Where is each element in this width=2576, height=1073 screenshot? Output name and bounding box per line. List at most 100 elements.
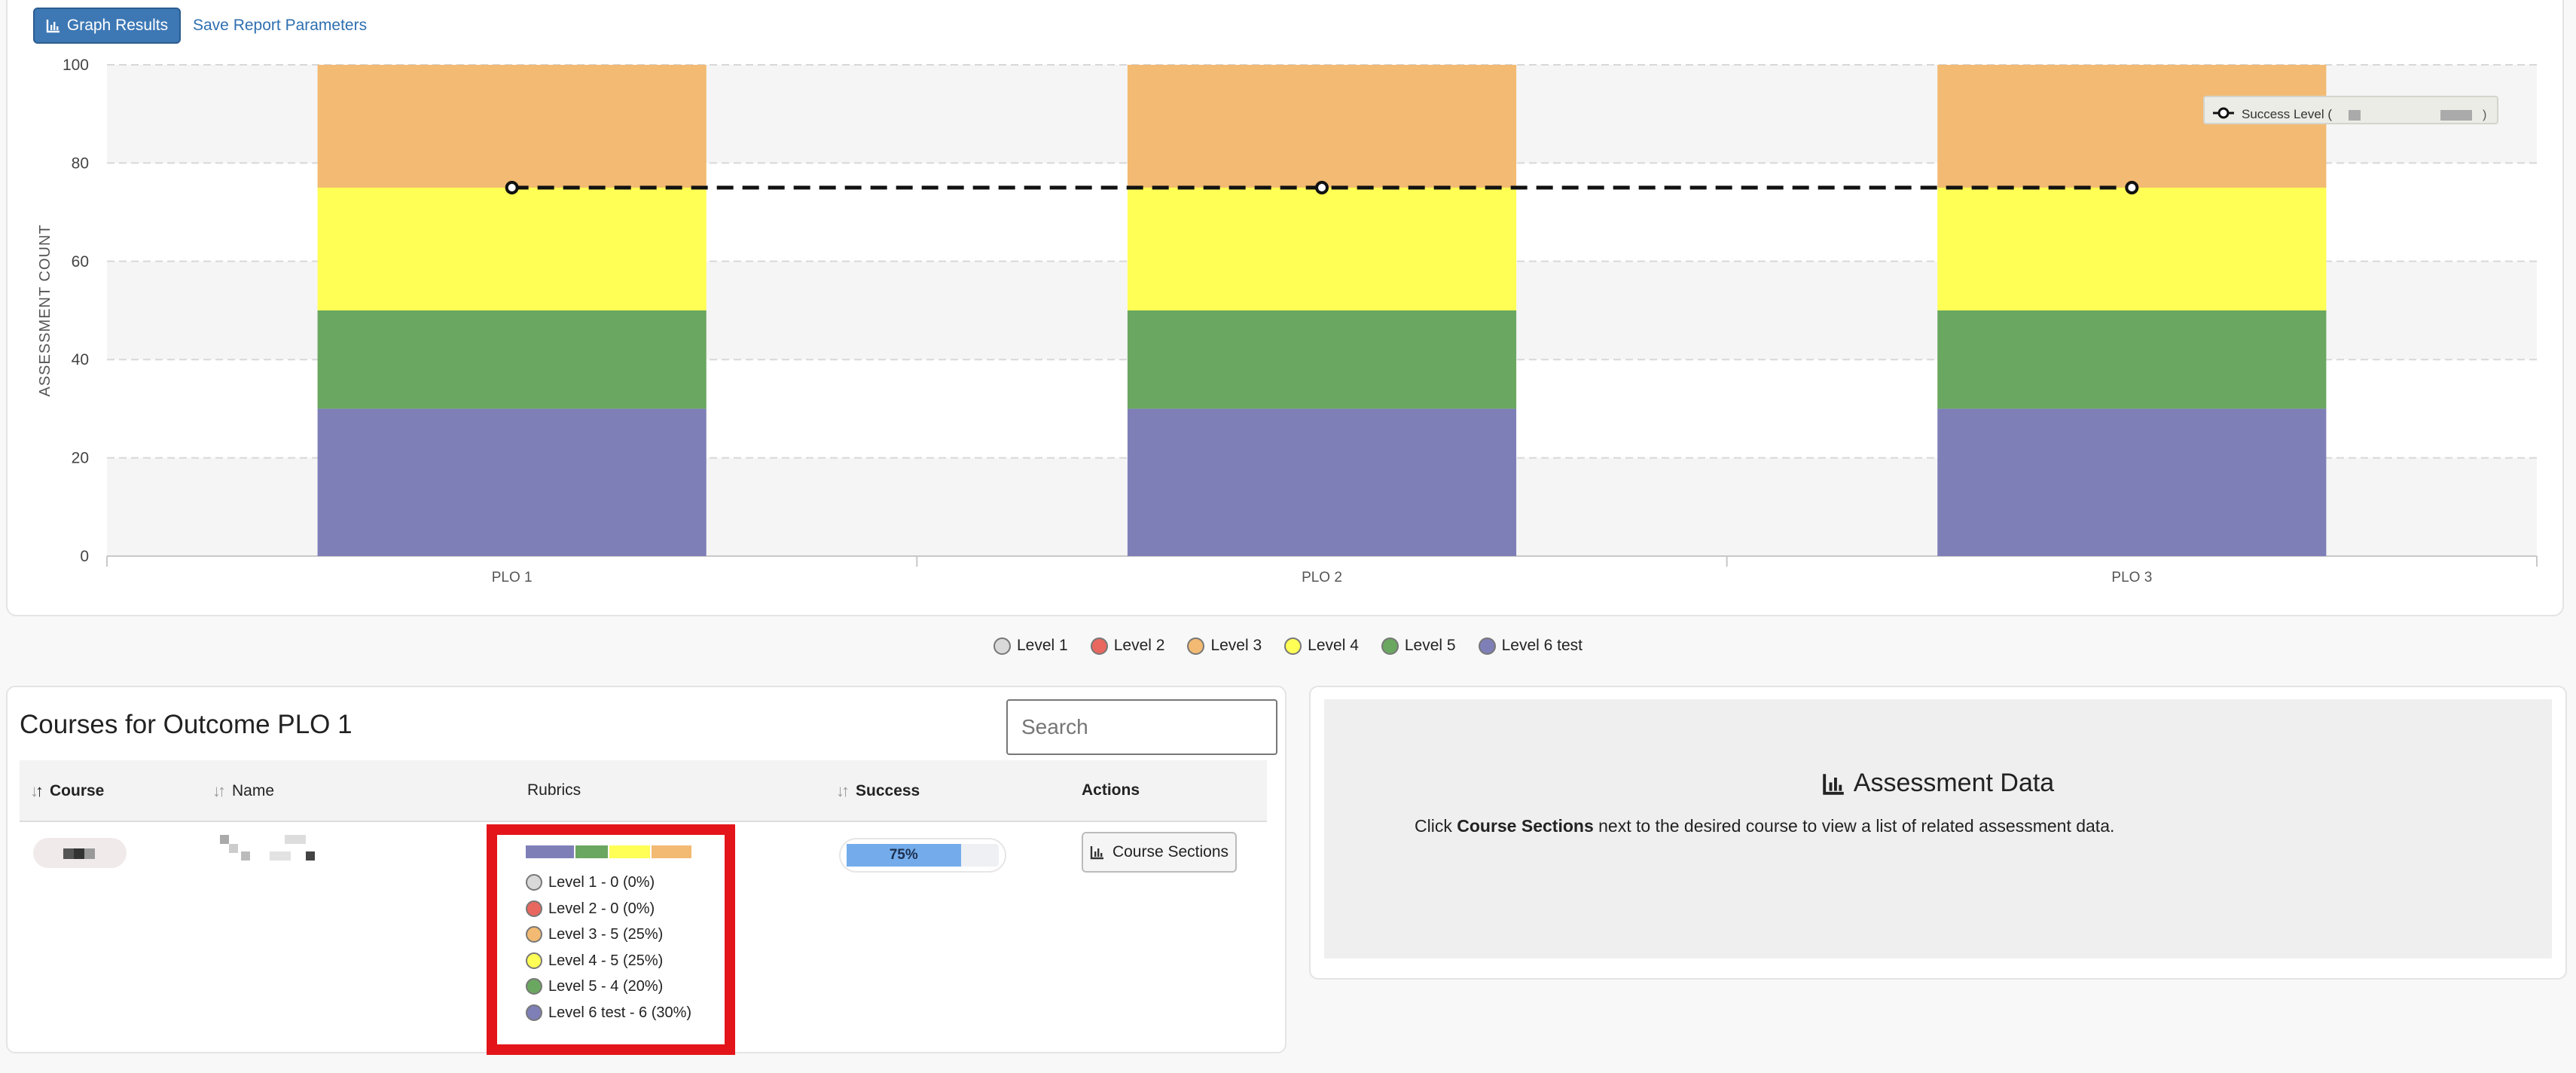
legend-item[interactable]: Level 3 (1187, 637, 1262, 655)
rubric-level-item: Level 4 - 5 (25%) (526, 948, 691, 974)
column-rubrics-label: Rubrics (527, 781, 581, 799)
rubric-level-swatch (526, 952, 542, 969)
rubric-level-item: Level 3 - 5 (25%) (526, 922, 691, 948)
legend-label: Level 4 (1308, 637, 1359, 654)
bar-segment (1937, 408, 2327, 556)
instructions-text-rest: next to the desired course to view a lis… (1593, 816, 2115, 836)
rubric-level-label: Level 1 - 0 (0%) (548, 874, 655, 891)
success-progress-fill: 75% (847, 844, 961, 867)
assessment-chart: 0 20 40 60 80 100 ASSESSMENT COUNT PLO 1 PLO 2 PL… (37, 57, 2538, 585)
bar-segment (317, 310, 707, 409)
y-tick-label: 20 (72, 450, 89, 467)
assessment-data-title: Assessment Data (1853, 769, 2055, 797)
rubric-level-item: Level 5 - 4 (20%) (526, 974, 691, 1000)
courses-panel: Courses for Outcome PLO 1 ↓↑ Course ↓↑ N… (6, 686, 1286, 1055)
column-success[interactable]: ↓↑ Success (836, 781, 920, 801)
instructions-text: Click (1415, 816, 1457, 836)
sort-icon: ↓↑ (212, 781, 226, 800)
legend-item[interactable]: Level 5 (1381, 637, 1456, 655)
course-sections-button[interactable]: Course Sections (1082, 832, 1237, 873)
bar-segment (317, 65, 707, 188)
assessment-data-heading: Assessment Data (1324, 769, 2552, 798)
column-rubrics: Rubrics (527, 781, 581, 799)
y-tick-label: 80 (72, 154, 89, 172)
column-course[interactable]: ↓↑ Course (30, 781, 104, 801)
bar-segment (317, 408, 707, 556)
bar-segment (1127, 408, 1517, 556)
column-actions-label: Actions (1082, 781, 1140, 799)
legend-label: Level 3 (1210, 637, 1262, 654)
rubric-distribution-bar (526, 845, 693, 858)
rubric-level-label: Level 5 - 4 (20%) (548, 978, 664, 995)
rubric-bar-segment (575, 845, 608, 858)
rubric-level-item: Level 1 - 0 (0%) (526, 870, 691, 896)
y-tick-label: 0 (80, 548, 89, 565)
column-name[interactable]: ↓↑ Name (212, 781, 274, 801)
legend-swatch (1284, 637, 1302, 655)
success-level-point (2125, 181, 2139, 194)
rubric-level-swatch (526, 978, 542, 995)
legend-item[interactable]: Level 1 (993, 637, 1068, 655)
rubric-summary-highlight: Level 1 - 0 (0%) Level 2 - 0 (0%) Level 3 … (487, 824, 735, 1055)
search-input[interactable] (1006, 699, 1277, 755)
x-tick-label: PLO 2 (1302, 570, 1342, 585)
chart-legend: Level 1 Level 2 Level 3 Level 4 Level 5 Level… (0, 637, 2576, 655)
success-level-point (1315, 181, 1329, 194)
redacted-block (2440, 110, 2472, 121)
course-code-redacted (33, 838, 127, 868)
rubric-level-swatch (526, 874, 542, 891)
rubric-level-swatch (526, 900, 542, 917)
legend-label: Level 5 (1404, 637, 1456, 654)
legend-swatch (1478, 637, 1496, 655)
table-header: ↓↑ Course ↓↑ Name Rubrics ↓↑ Success Act… (20, 760, 1267, 822)
bar-segment (1937, 310, 2327, 409)
y-tick-label: 60 (72, 253, 89, 271)
success-level-legend-end: ) (2483, 109, 2486, 121)
rubric-level-label: Level 6 test - 6 (30%) (548, 1004, 692, 1021)
sort-icon: ↓↑ (30, 781, 44, 800)
legend-label: Level 1 (1017, 637, 1068, 654)
redacted-block (2349, 110, 2361, 121)
assessment-data-body: Assessment Data Click Course Sections ne… (1324, 699, 2552, 958)
chart-icon (1823, 773, 1844, 795)
legend-item[interactable]: Level 4 (1284, 637, 1359, 655)
rubric-level-label: Level 2 - 0 (0%) (548, 900, 655, 917)
rubric-level-swatch (526, 1004, 542, 1021)
legend-swatch (993, 637, 1011, 655)
legend-label: Level 2 (1113, 637, 1165, 654)
legend-swatch (1381, 637, 1399, 655)
rubric-level-label: Level 4 - 5 (25%) (548, 952, 664, 969)
rubric-level-item: Level 6 test - 6 (30%) (526, 1000, 691, 1026)
sort-icon: ↓↑ (836, 781, 850, 800)
legend-item[interactable]: Level 2 (1090, 637, 1165, 655)
legend-swatch (1090, 637, 1108, 655)
rubric-level-swatch (526, 926, 542, 943)
success-level-point (505, 181, 519, 194)
success-progress-track: 75% (847, 844, 999, 867)
course-name-redacted (211, 835, 331, 865)
rubric-bar-segment (651, 845, 691, 858)
column-name-label: Name (232, 782, 275, 799)
assessment-data-panel: Assessment Data Click Course Sections ne… (1309, 686, 2567, 980)
instructions-bold: Course Sections (1457, 816, 1594, 836)
bar-segment (1937, 188, 2327, 310)
legend-item[interactable]: Level 6 test (1478, 637, 1583, 655)
x-tick-label: PLO 3 (2111, 570, 2152, 585)
success-progress: 75% (839, 838, 1006, 873)
bar-segment (1127, 310, 1517, 409)
column-success-label: Success (856, 782, 920, 799)
bar-segment (1127, 188, 1517, 310)
course-sections-label: Course Sections (1112, 843, 1229, 861)
success-level-legend-label: Success Level ( (2242, 107, 2332, 121)
bar-segment (1937, 65, 2327, 188)
rubric-level-label: Level 3 - 5 (25%) (548, 926, 664, 943)
courses-title: Courses for Outcome PLO 1 (20, 710, 353, 739)
x-tick-label: PLO 1 (492, 570, 533, 585)
assessment-data-instructions: Click Course Sections next to the desire… (1415, 816, 2114, 836)
rubric-bar-segment (526, 845, 575, 858)
column-actions: Actions (1082, 781, 1140, 799)
rubric-level-item: Level 2 - 0 (0%) (526, 896, 691, 922)
column-course-label: Course (50, 782, 105, 799)
rubric-bar-segment (609, 845, 650, 858)
bar-segment (317, 188, 707, 310)
